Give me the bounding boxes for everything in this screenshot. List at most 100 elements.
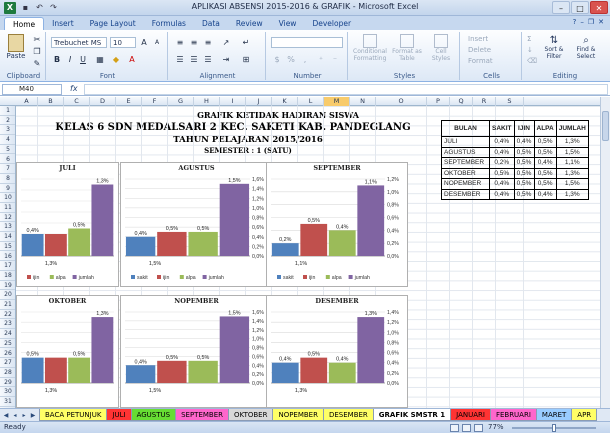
- column-header-g[interactable]: G: [168, 97, 194, 106]
- cut-icon[interactable]: ✂: [31, 34, 43, 45]
- table-cell[interactable]: 0,4%: [513, 136, 535, 148]
- bar-sakit[interactable]: [21, 357, 44, 383]
- row-header-4[interactable]: 4: [0, 135, 15, 145]
- table-cell[interactable]: 0,5%: [513, 167, 535, 179]
- font-size-select[interactable]: 10: [110, 37, 136, 48]
- table-cell[interactable]: NOPEMBER: [441, 178, 490, 190]
- row-header-28[interactable]: 28: [0, 368, 15, 378]
- minimize-button[interactable]: –: [552, 1, 570, 14]
- table-cell[interactable]: 0,5%: [513, 157, 535, 169]
- bar-ijin[interactable]: [300, 357, 328, 383]
- shrink-font-icon[interactable]: A: [151, 37, 163, 48]
- table-cell[interactable]: AGUSTUS: [441, 146, 490, 158]
- sheet-tab-nopember[interactable]: NOPEMBER: [272, 409, 324, 421]
- font-name-select[interactable]: Trebuchet MS: [51, 37, 107, 48]
- decrease-decimal-icon[interactable]: ⁻: [329, 54, 341, 65]
- table-cell[interactable]: 0,5%: [533, 146, 557, 158]
- row-header-21[interactable]: 21: [0, 300, 15, 310]
- chart-september[interactable]: SEPTEMBER 0,0% 0,2% 0,4% 0,6% 0,8% 1,0% 1,2% 0,2…: [266, 162, 408, 287]
- row-header-18[interactable]: 18: [0, 271, 15, 281]
- chart-oktober[interactable]: OKTOBER 0,5% 0,5% 1,3% 1,3%: [16, 295, 119, 408]
- prev-sheet-icon[interactable]: ◂: [11, 411, 19, 420]
- column-header-e[interactable]: E: [116, 97, 142, 106]
- row-header-13[interactable]: 13: [0, 222, 15, 233]
- fill-icon[interactable]: ↓: [527, 46, 533, 54]
- row-header-3[interactable]: 3: [0, 125, 15, 136]
- column-header-d[interactable]: D: [90, 97, 116, 106]
- table-cell[interactable]: SEPTEMBER: [441, 157, 490, 169]
- sheet-tab-maret[interactable]: MARET: [535, 409, 573, 421]
- bar-jumlah[interactable]: [219, 183, 250, 256]
- row-header-30[interactable]: 30: [0, 387, 15, 397]
- row-header-11[interactable]: 11: [0, 203, 15, 213]
- sheet-tab-oktober[interactable]: OKTOBER: [228, 409, 274, 421]
- row-header-2[interactable]: 2: [0, 116, 15, 126]
- formula-input[interactable]: [84, 84, 608, 95]
- column-header-a[interactable]: A: [16, 97, 38, 106]
- chart-desember[interactable]: DESEMBER 0,0% 0,2% 0,4% 0,6% 0,8% 1,0% 1,2% 1,4%…: [266, 295, 408, 408]
- row-header-23[interactable]: 23: [0, 319, 15, 330]
- tab-data[interactable]: Data: [194, 17, 228, 30]
- table-cell[interactable]: 1,1%: [555, 157, 589, 169]
- scrollbar-thumb[interactable]: [602, 111, 609, 141]
- bar-jumlah[interactable]: [357, 185, 385, 256]
- paste-button[interactable]: Paste: [5, 34, 27, 60]
- underline-icon[interactable]: U: [77, 54, 89, 65]
- table-cell[interactable]: 0,4%: [489, 146, 515, 158]
- tab-review[interactable]: Review: [228, 17, 271, 30]
- indent-icon[interactable]: ⇥: [220, 54, 232, 65]
- table-cell[interactable]: 1,3%: [555, 188, 589, 200]
- ribbon-close-icon[interactable]: ✕: [598, 18, 604, 26]
- sheet-tab-desember[interactable]: DESEMBER: [322, 409, 374, 421]
- align-left-icon[interactable]: ☰: [174, 54, 186, 65]
- bar-sakit[interactable]: [21, 234, 44, 256]
- normal-view-icon[interactable]: [450, 424, 459, 432]
- maximize-button[interactable]: □: [571, 1, 589, 14]
- bar-ijin[interactable]: [44, 234, 67, 256]
- row-header-1[interactable]: 1: [0, 106, 15, 116]
- table-cell[interactable]: 1,3%: [555, 167, 589, 179]
- vertical-scrollbar[interactable]: [600, 97, 610, 408]
- grow-font-icon[interactable]: A: [138, 37, 150, 48]
- row-header-29[interactable]: 29: [0, 378, 15, 388]
- conditional-formatting-button[interactable]: Conditional Formatting: [352, 34, 388, 62]
- align-bottom-icon[interactable]: ≡: [202, 37, 214, 48]
- bar-alpa[interactable]: [68, 228, 91, 257]
- align-right-icon[interactable]: ☰: [202, 54, 214, 65]
- increase-decimal-icon[interactable]: ⁺: [315, 54, 327, 65]
- bar-alpa[interactable]: [328, 362, 356, 383]
- table-cell[interactable]: 0,5%: [533, 178, 557, 190]
- bar-jumlah[interactable]: [219, 316, 250, 383]
- align-center-icon[interactable]: ☰: [188, 54, 200, 65]
- cell-styles-button[interactable]: Cell Styles: [426, 34, 456, 62]
- column-header-o[interactable]: O: [376, 97, 427, 106]
- row-header-16[interactable]: 16: [0, 252, 15, 262]
- column-header-j[interactable]: J: [246, 97, 272, 106]
- orientation-icon[interactable]: ↗: [220, 37, 232, 48]
- zoom-slider-thumb[interactable]: [552, 424, 556, 432]
- comma-icon[interactable]: ,: [299, 54, 311, 65]
- borders-icon[interactable]: ▦: [94, 54, 106, 65]
- row-header-10[interactable]: 10: [0, 193, 15, 203]
- table-cell[interactable]: DESEMBER: [441, 188, 490, 200]
- fill-color-icon[interactable]: ◆: [110, 54, 122, 65]
- bar-ijin[interactable]: [157, 360, 187, 383]
- tab-developer[interactable]: Developer: [304, 17, 359, 30]
- format-as-table-button[interactable]: Format as Table: [390, 34, 424, 62]
- sheet-tab-februari[interactable]: FEBRUARI: [489, 409, 537, 421]
- delete-cells-button[interactable]: Delete: [468, 46, 491, 54]
- sort-filter-button[interactable]: ⇅ Sort & Filter: [540, 35, 568, 60]
- bold-icon[interactable]: B: [51, 54, 63, 65]
- close-button[interactable]: ✕: [590, 1, 608, 14]
- column-header-b[interactable]: B: [38, 97, 64, 106]
- table-cell[interactable]: 1,3%: [555, 136, 589, 148]
- chart-juli[interactable]: JULI 0,4% 0,5% 1,3% 1,3% ijin alpa jumlah: [16, 162, 119, 287]
- row-header-25[interactable]: 25: [0, 339, 15, 349]
- tab-home[interactable]: Home: [4, 17, 45, 30]
- font-color-icon[interactable]: A: [126, 54, 138, 65]
- table-cell[interactable]: JULI: [441, 136, 490, 148]
- bar-alpa[interactable]: [328, 230, 356, 256]
- tab-page-layout[interactable]: Page Layout: [82, 17, 144, 30]
- bar-ijin[interactable]: [157, 231, 187, 256]
- find-select-button[interactable]: ⌕ Find & Select: [570, 35, 602, 60]
